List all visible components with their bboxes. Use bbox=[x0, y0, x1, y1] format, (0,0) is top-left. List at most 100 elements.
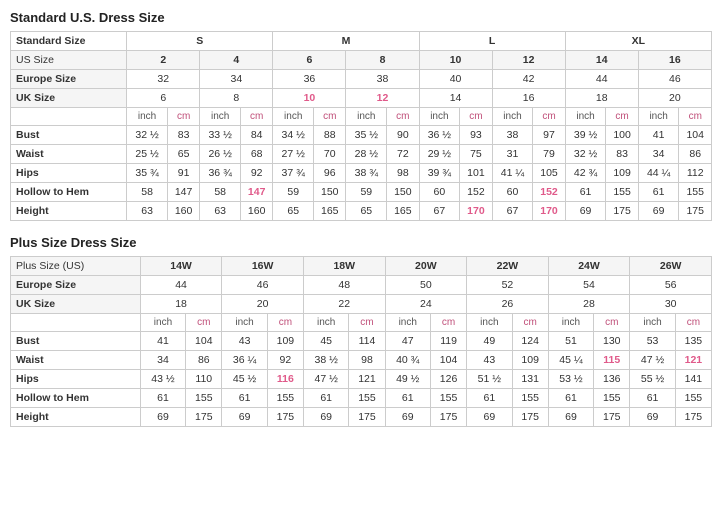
height-5-cm: 170 bbox=[533, 202, 565, 221]
plus-hips-2-cm: 121 bbox=[349, 370, 385, 389]
hips-2-inch: 37 ¾ bbox=[273, 164, 314, 183]
plus-bust-1-cm: 109 bbox=[267, 332, 303, 351]
standard-table: Standard Size S M L XL US Size 2 4 6 8 1… bbox=[10, 31, 712, 221]
plus-inch-1: inch bbox=[140, 314, 185, 332]
hollow-6-cm: 155 bbox=[606, 183, 638, 202]
hollow-row: Hollow to Hem 58 147 58 147 59 150 59 15… bbox=[11, 183, 712, 202]
std-inch-3: inch bbox=[273, 108, 314, 126]
plus-bust-label: Bust bbox=[11, 332, 141, 351]
plus-bust-1-inch: 43 bbox=[222, 332, 267, 351]
plus-hollow-0-inch: 61 bbox=[140, 389, 185, 408]
plus-inch-3: inch bbox=[303, 314, 348, 332]
plus-18w: 18W bbox=[303, 257, 385, 276]
xl-group: XL bbox=[565, 32, 711, 51]
plus-waist-6-cm: 121 bbox=[675, 351, 711, 370]
height-1-inch: 63 bbox=[200, 202, 241, 221]
plus-hips-5-inch: 53 ½ bbox=[548, 370, 593, 389]
hollow-2-inch: 59 bbox=[273, 183, 314, 202]
bust-1-cm: 84 bbox=[241, 126, 273, 145]
height-3-inch: 65 bbox=[346, 202, 387, 221]
waist-2-inch: 27 ½ bbox=[273, 145, 314, 164]
plus-16w: 16W bbox=[222, 257, 304, 276]
hips-4-cm: 101 bbox=[460, 164, 492, 183]
height-2-cm: 165 bbox=[314, 202, 346, 221]
plus-eu-50: 50 bbox=[385, 276, 467, 295]
plus-height-3-cm: 175 bbox=[431, 408, 467, 427]
plus-bust-5-cm: 130 bbox=[594, 332, 630, 351]
plus-cm-7: cm bbox=[675, 314, 711, 332]
waist-label: Waist bbox=[11, 145, 127, 164]
plus-hollow-1-inch: 61 bbox=[222, 389, 267, 408]
europe-size-row: Europe Size 32 34 36 38 40 42 44 46 bbox=[11, 70, 712, 89]
hollow-1-cm: 147 bbox=[241, 183, 273, 202]
plus-height-0-inch: 69 bbox=[140, 408, 185, 427]
plus-uk-24: 24 bbox=[385, 295, 467, 314]
eu-44: 44 bbox=[565, 70, 638, 89]
plus-hips-0-inch: 43 ½ bbox=[140, 370, 185, 389]
std-cm-1: cm bbox=[167, 108, 199, 126]
uk-10: 10 bbox=[273, 89, 346, 108]
hips-4-inch: 39 ¾ bbox=[419, 164, 460, 183]
std-inch-8: inch bbox=[638, 108, 679, 126]
plus-cm-5: cm bbox=[512, 314, 548, 332]
height-6-cm: 175 bbox=[606, 202, 638, 221]
hollow-0-cm: 147 bbox=[167, 183, 199, 202]
plus-height-4-inch: 69 bbox=[467, 408, 512, 427]
waist-6-inch: 32 ½ bbox=[565, 145, 606, 164]
waist-1-cm: 68 bbox=[241, 145, 273, 164]
waist-2-cm: 70 bbox=[314, 145, 346, 164]
plus-waist-0-cm: 86 bbox=[186, 351, 222, 370]
plus-table: Plus Size (US) 14W 16W 18W 20W 22W 24W 2… bbox=[10, 256, 712, 427]
uk-16: 16 bbox=[492, 89, 565, 108]
std-inch-4: inch bbox=[346, 108, 387, 126]
hips-1-inch: 36 ¾ bbox=[200, 164, 241, 183]
plus-eu-46: 46 bbox=[222, 276, 304, 295]
us-14: 14 bbox=[565, 51, 638, 70]
hollow-7-inch: 61 bbox=[638, 183, 679, 202]
plus-height-6-inch: 69 bbox=[630, 408, 675, 427]
plus-cm-4: cm bbox=[431, 314, 467, 332]
waist-7-inch: 34 bbox=[638, 145, 679, 164]
hollow-3-inch: 59 bbox=[346, 183, 387, 202]
hollow-7-cm: 155 bbox=[679, 183, 712, 202]
bust-0-inch: 32 ½ bbox=[127, 126, 168, 145]
size-group-row: Standard Size S M L XL bbox=[11, 32, 712, 51]
uk-size-label: UK Size bbox=[11, 89, 127, 108]
hollow-1-inch: 58 bbox=[200, 183, 241, 202]
plus-cm-1: cm bbox=[186, 314, 222, 332]
europe-size-label: Europe Size bbox=[11, 70, 127, 89]
us-size-label: US Size bbox=[11, 51, 127, 70]
us-8: 8 bbox=[346, 51, 419, 70]
hips-0-cm: 91 bbox=[167, 164, 199, 183]
waist-0-inch: 25 ½ bbox=[127, 145, 168, 164]
eu-42: 42 bbox=[492, 70, 565, 89]
standard-title: Standard U.S. Dress Size bbox=[10, 10, 712, 25]
std-cm-7: cm bbox=[606, 108, 638, 126]
plus-hollow-4-inch: 61 bbox=[467, 389, 512, 408]
height-row: Height 63 160 63 160 65 165 65 165 67 17… bbox=[11, 202, 712, 221]
plus-height-label: Height bbox=[11, 408, 141, 427]
hollow-label: Hollow to Hem bbox=[11, 183, 127, 202]
plus-title: Plus Size Dress Size bbox=[10, 235, 712, 250]
plus-waist-row: Waist 34 86 36 ¼ 92 38 ½ 98 40 ¾ 104 43 … bbox=[11, 351, 712, 370]
std-inch-7: inch bbox=[565, 108, 606, 126]
plus-waist-5-inch: 45 ¼ bbox=[548, 351, 593, 370]
bust-2-inch: 34 ½ bbox=[273, 126, 314, 145]
plus-hollow-5-cm: 155 bbox=[594, 389, 630, 408]
bust-0-cm: 83 bbox=[167, 126, 199, 145]
plus-14w: 14W bbox=[140, 257, 222, 276]
plus-22w: 22W bbox=[467, 257, 549, 276]
plus-inch-cm-header: inch cm inch cm inch cm inch cm inch cm … bbox=[11, 314, 712, 332]
bust-label: Bust bbox=[11, 126, 127, 145]
plus-waist-2-inch: 38 ½ bbox=[303, 351, 348, 370]
plus-us-size-row: Plus Size (US) 14W 16W 18W 20W 22W 24W 2… bbox=[11, 257, 712, 276]
bust-1-inch: 33 ½ bbox=[200, 126, 241, 145]
bust-7-inch: 41 bbox=[638, 126, 679, 145]
plus-waist-1-inch: 36 ¼ bbox=[222, 351, 267, 370]
hips-7-inch: 44 ¼ bbox=[638, 164, 679, 183]
plus-height-5-inch: 69 bbox=[548, 408, 593, 427]
plus-height-2-cm: 175 bbox=[349, 408, 385, 427]
height-4-cm: 170 bbox=[460, 202, 492, 221]
hips-3-inch: 38 ¾ bbox=[346, 164, 387, 183]
eu-46: 46 bbox=[638, 70, 711, 89]
